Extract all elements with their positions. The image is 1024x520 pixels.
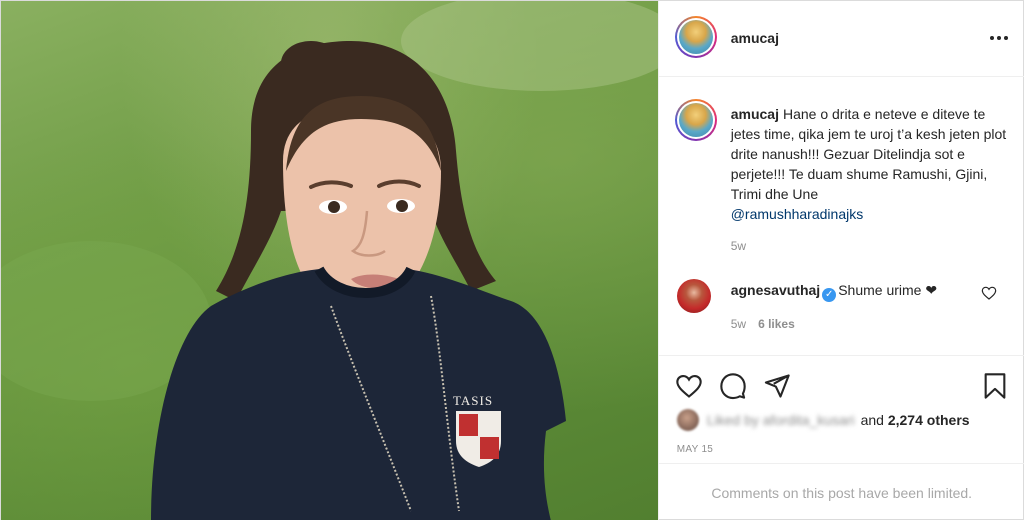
- caption-username[interactable]: amucaj: [731, 106, 779, 122]
- caption: amucaj Hane o drita e neteve e diteve te …: [731, 104, 1013, 224]
- portrait-illustration: [1, 1, 658, 520]
- comment-time[interactable]: 5w: [731, 317, 746, 331]
- author-avatar[interactable]: [674, 16, 717, 58]
- bookmark-icon[interactable]: [981, 372, 1009, 400]
- comment-likes[interactable]: 6 likes: [758, 317, 795, 331]
- caption-time[interactable]: 5w: [731, 239, 746, 253]
- caption-mention[interactable]: @ramushharadinajks: [731, 204, 1013, 224]
- action-bar: [658, 355, 1024, 417]
- comment-username[interactable]: agnesavuthaj: [731, 282, 820, 298]
- verified-badge-icon: ✓: [822, 288, 837, 302]
- comment-heart-icon[interactable]: [981, 285, 997, 301]
- liked-by-blurred: Liked by afordita_kusari: [706, 412, 855, 428]
- post-photo[interactable]: TASIS: [1, 1, 658, 520]
- post-details-panel: amucaj amucaj Hane o drita e neteve e dit…: [657, 1, 1024, 520]
- comments-limited-notice: Comments on this post have been limited.: [658, 463, 1024, 520]
- share-icon[interactable]: [763, 372, 791, 400]
- caption-avatar[interactable]: [674, 99, 717, 141]
- instagram-post: TASIS amucaj amucaj Hane o drita e neteve…: [0, 0, 1024, 520]
- post-date[interactable]: MAY 15: [677, 444, 713, 455]
- comment: agnesavuthaj ✓ Shume urime ❤: [731, 281, 981, 302]
- liker-avatar: [676, 409, 699, 431]
- heart-icon[interactable]: [675, 372, 703, 400]
- post-header: amucaj: [658, 1, 1024, 77]
- comment-avatar[interactable]: [676, 279, 711, 313]
- shirt-text: TASIS: [453, 393, 494, 408]
- comment-icon[interactable]: [719, 372, 747, 400]
- comment-text: Shume urime ❤: [838, 282, 938, 298]
- author-username[interactable]: amucaj: [731, 30, 779, 46]
- comment-meta: 5w 6 likes: [731, 317, 795, 331]
- liked-by-and: and: [860, 412, 884, 428]
- liked-by-count[interactable]: and 2,274 others: [861, 412, 970, 428]
- liked-by[interactable]: Liked by afordita_kusari and 2,274 other…: [676, 409, 970, 431]
- more-options-icon[interactable]: [987, 29, 1011, 47]
- liked-by-others[interactable]: 2,274 others: [888, 412, 970, 428]
